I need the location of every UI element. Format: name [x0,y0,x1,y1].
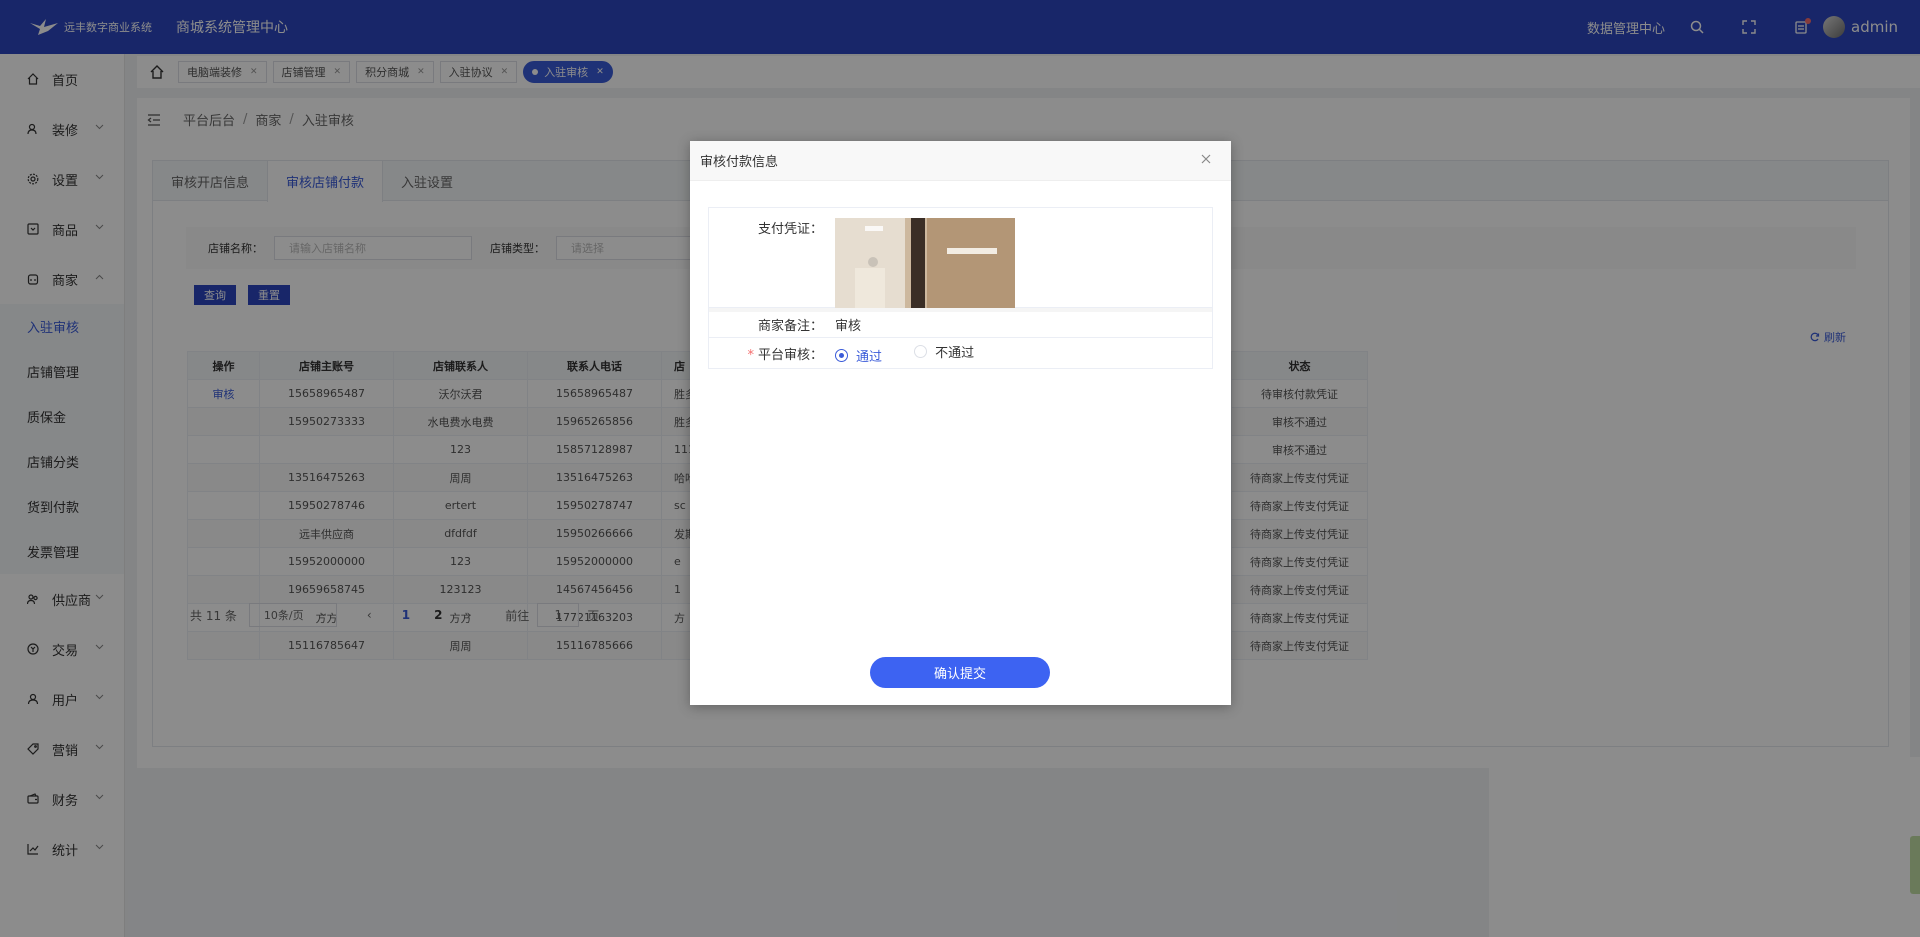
close-icon[interactable] [1201,154,1211,164]
radio-circle-checked [835,348,848,362]
scroll-handle[interactable] [1910,836,1920,894]
remark-value: 审核 [835,319,862,334]
remark-label: 商家备注： [757,319,823,334]
audit-label: * 平台审核： [709,344,835,363]
proof-label: 支付凭证： [757,222,823,237]
remark-row: 商家备注： 审核 [709,308,1212,338]
audit-radio-group: 通过 不通过 [835,342,1212,365]
audit-form: 支付凭证： 商家备注： 审核 * 平台审核： 通过 不通过 [708,207,1213,369]
dialog-title: 审核付款信息 [700,155,779,170]
radio-label: 通过 [856,349,883,365]
audit-row: * 平台审核： 通过 不通过 [709,338,1212,368]
radio-reject[interactable]: 不通过 [914,342,974,361]
audit-label-text: 平台审核： [757,347,823,363]
payment-proof-image[interactable] [835,218,1015,308]
radio-circle [914,344,928,358]
proof-row: 支付凭证： [709,208,1212,308]
radio-label: 不通过 [935,345,975,361]
dialog-header: 审核付款信息 [690,141,1231,181]
payment-audit-dialog: 审核付款信息 支付凭证： 商家备注： 审核 * 平台审核： 通过 不通过 确认提… [690,141,1231,705]
confirm-submit-button[interactable]: 确认提交 [870,657,1050,688]
required-mark: * [747,347,754,363]
proof-value [835,218,1212,308]
radio-pass[interactable]: 通过 [835,346,882,365]
